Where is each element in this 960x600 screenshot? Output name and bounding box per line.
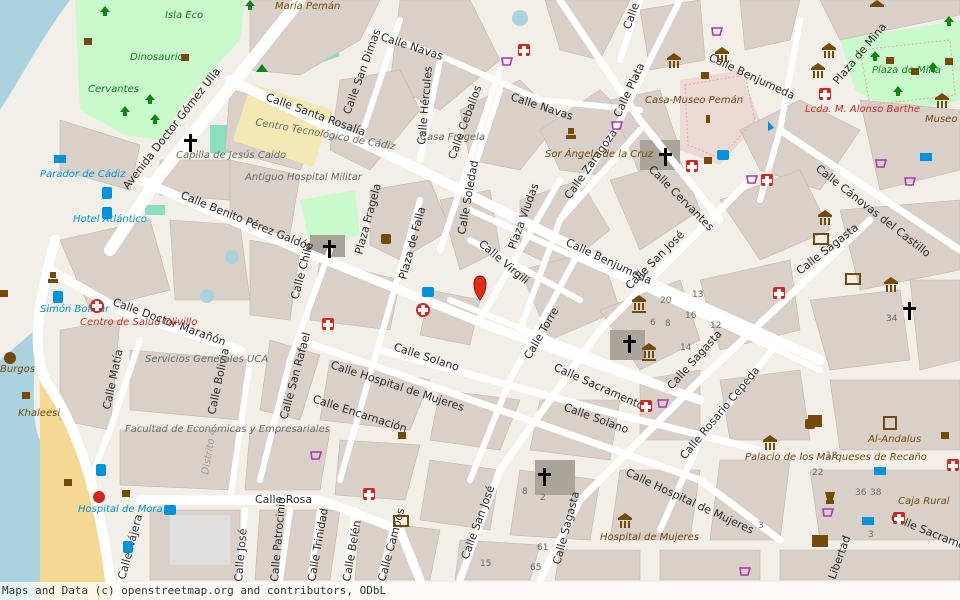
hotel-icon xyxy=(874,467,886,475)
house-number: 8 xyxy=(522,487,528,497)
fountain xyxy=(512,10,528,26)
cafe-icon xyxy=(701,72,709,79)
house-number: 14 xyxy=(680,343,692,353)
cafe-icon xyxy=(941,432,949,439)
statue-icon xyxy=(706,115,710,123)
poi-label: Burgos xyxy=(0,364,35,375)
hotel-icon xyxy=(54,155,66,163)
poi-label: Casa Fragela xyxy=(420,132,485,143)
church-building xyxy=(610,330,645,360)
poi-label: Facultad de Económicas y Empresariales xyxy=(125,423,330,435)
cafe-icon xyxy=(886,57,894,64)
cafe-icon xyxy=(0,290,8,297)
house-number: 3 xyxy=(868,530,874,540)
library-icon xyxy=(808,415,822,427)
poi-label: Cervantes xyxy=(88,84,139,95)
poi-label: Al-Andalus xyxy=(867,434,921,445)
house-number: 3 xyxy=(758,521,764,531)
bus-stop-icon xyxy=(53,291,63,303)
house-number: 61 xyxy=(537,543,548,553)
bus-stop-icon xyxy=(102,187,112,199)
poi-label: Isla Eco xyxy=(165,10,203,21)
cafe-icon xyxy=(704,157,712,164)
bus-stop-icon xyxy=(102,207,112,219)
hospital-icon[interactable] xyxy=(93,491,105,503)
cafe-icon xyxy=(181,54,189,61)
poi-label: Museo de C xyxy=(925,114,960,125)
house-number: 18 xyxy=(826,451,838,461)
house-number: 20 xyxy=(660,296,672,306)
pharmacy-icon[interactable] xyxy=(761,174,773,186)
cafe-icon xyxy=(398,432,406,439)
poi-label: Khaleesi xyxy=(18,408,60,419)
house-number: 2 xyxy=(540,493,546,503)
poi-label: Caja Rural xyxy=(898,496,950,507)
taxi-icon xyxy=(164,505,176,515)
hotel-icon xyxy=(920,153,932,161)
hospital-icon[interactable] xyxy=(90,299,104,313)
poi-label: Hospital de Mora xyxy=(78,504,163,515)
cafe-icon xyxy=(911,68,919,75)
map-attribution: Maps and Data (c) openstreetmap.org and … xyxy=(0,582,960,600)
pharmacy-icon[interactable] xyxy=(686,160,698,172)
poi-label: Lcda. M. Alonso Barthe xyxy=(805,104,920,115)
house-number: 6 xyxy=(650,318,656,328)
map-canvas[interactable]: Calle Navas Calle Santa Rosalía Calle Sa… xyxy=(0,0,960,600)
house-number: 16 xyxy=(685,311,697,321)
house-number: 22 xyxy=(812,468,823,478)
fountain xyxy=(200,289,214,303)
pharmacy-icon[interactable] xyxy=(322,318,334,330)
hospital-icon[interactable] xyxy=(416,303,430,317)
pharmacy-icon[interactable] xyxy=(773,287,785,299)
house-number: 36 xyxy=(855,488,867,498)
poi-label: Hospital de Mujeres xyxy=(600,532,699,543)
cafe-icon xyxy=(84,38,92,45)
poi-label: Servicios Generales UCA xyxy=(145,354,268,365)
poi-label: Casa-Museo Pemán xyxy=(645,94,743,106)
cafe-icon xyxy=(945,58,953,65)
house-number: 38 xyxy=(870,488,882,498)
cafe-icon xyxy=(64,479,72,486)
pharmacy-icon[interactable] xyxy=(893,512,905,524)
pharmacy-icon[interactable] xyxy=(819,88,831,100)
hotel-icon xyxy=(862,517,874,525)
bus-stop-icon xyxy=(96,464,106,476)
poi-label: Capilla de Jesús Caído xyxy=(176,149,286,161)
fountain xyxy=(225,250,239,264)
house-number: 65 xyxy=(530,563,541,573)
house-number: 34 xyxy=(886,314,898,324)
vase-icon xyxy=(825,492,835,504)
pitch xyxy=(145,205,165,215)
pharmacy-icon[interactable] xyxy=(640,400,652,412)
taxi-icon xyxy=(717,150,729,160)
house-number: 13 xyxy=(692,290,703,300)
info-icon xyxy=(4,352,16,364)
poi-label: Antiguo Hospital Militar xyxy=(244,172,363,183)
bus-stop-icon xyxy=(123,541,133,553)
post-office-icon xyxy=(812,535,828,547)
poi-label: Parador de Cádiz xyxy=(40,168,126,180)
cafe-icon xyxy=(122,490,130,497)
pharmacy-icon[interactable] xyxy=(363,488,375,500)
pharmacy-icon[interactable] xyxy=(518,44,530,56)
poi-label: María Pemán xyxy=(275,0,340,12)
poi-label: Sor Ángela de la Cruz xyxy=(545,147,654,160)
house-number: 15 xyxy=(480,559,491,569)
pharmacy-icon[interactable] xyxy=(947,459,959,471)
theatre-icon xyxy=(381,234,391,244)
poi-label: Centro de Salud Olivillo xyxy=(80,317,197,328)
house-number: 8 xyxy=(665,319,671,329)
house-number: 12 xyxy=(710,321,721,331)
cafe-icon xyxy=(22,392,30,399)
poi-label: Dinosaurio xyxy=(130,52,184,63)
taxi-icon xyxy=(422,287,434,297)
parking-area xyxy=(170,515,230,565)
